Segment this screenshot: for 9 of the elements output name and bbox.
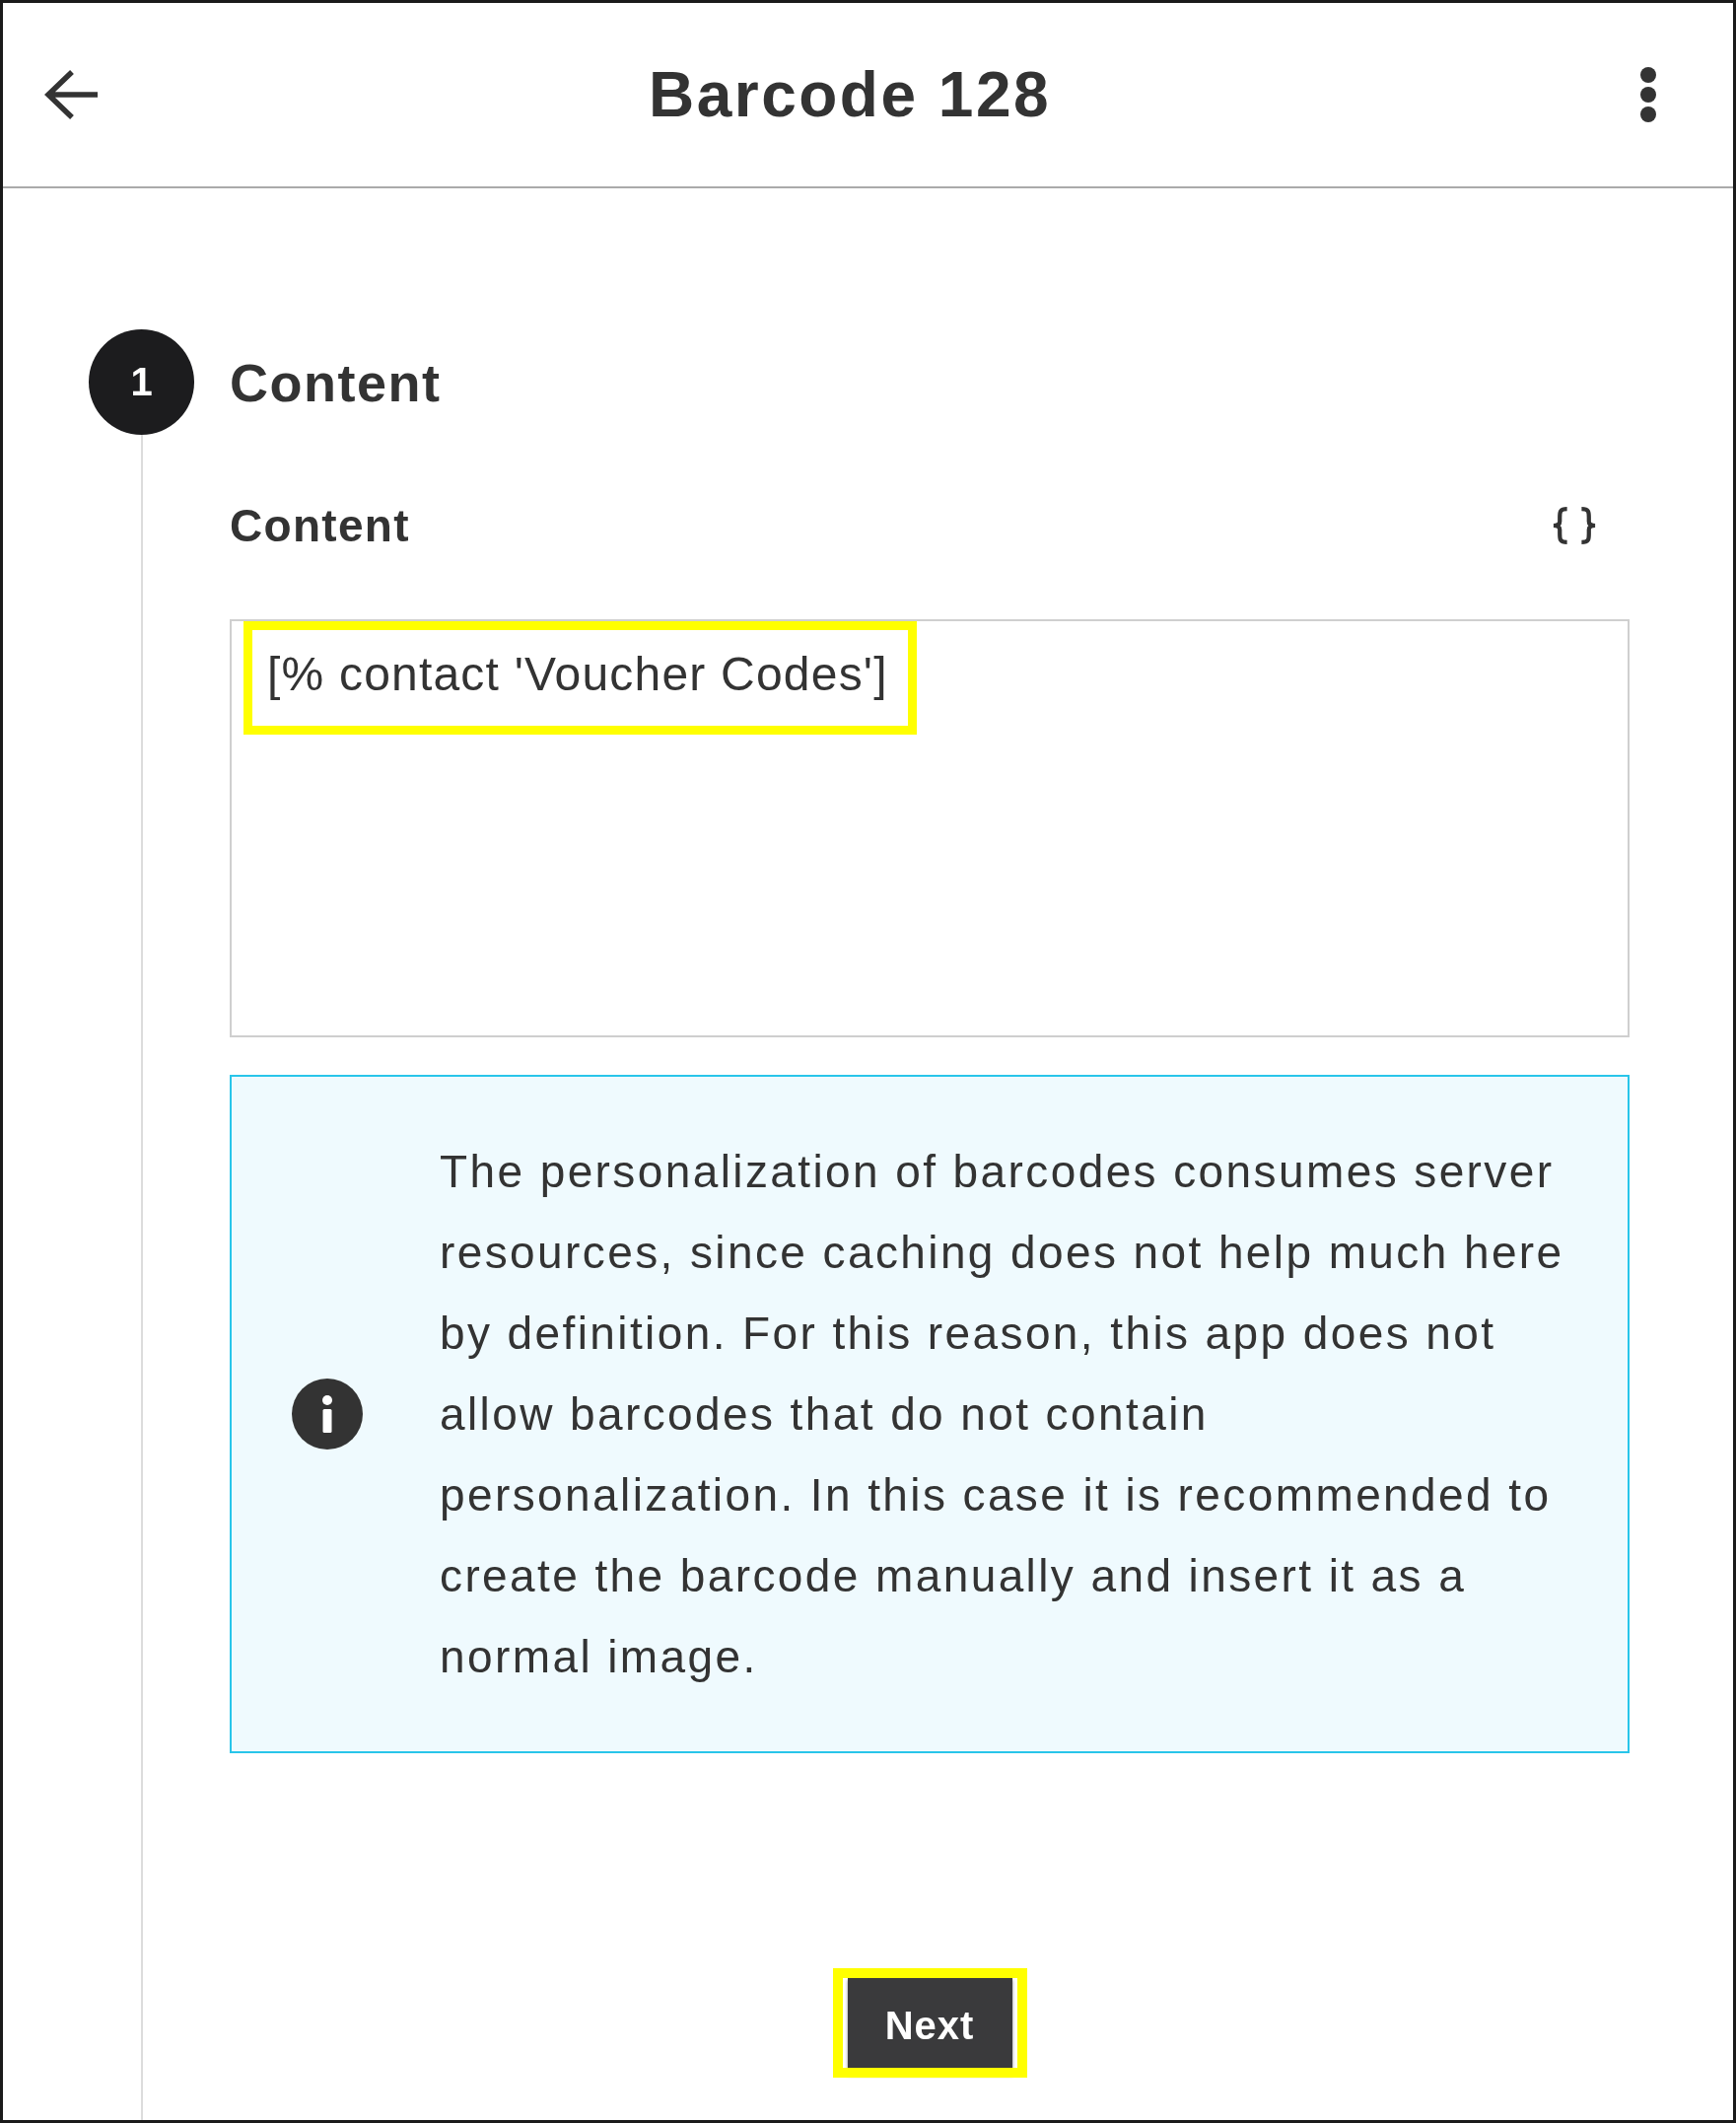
page-title: Barcode 128 <box>648 57 1052 132</box>
content-field[interactable]: [% contact 'Voucher Codes'] <box>230 619 1630 1037</box>
more-options-icon[interactable] <box>1639 67 1657 122</box>
field-label: Content <box>230 499 410 552</box>
back-arrow-icon[interactable] <box>42 68 100 121</box>
info-icon <box>292 1379 363 1450</box>
step-number: 1 <box>89 329 194 435</box>
info-text: The personalization of barcodes consumes server resources, since caching does not help much here by definition. For this reason, this app does not allow barcodes that do not contain personalization. In this case it is recommended to create the barcode manually and insert it as a normal image. <box>440 1145 1565 1684</box>
step-title: Content <box>230 351 442 413</box>
